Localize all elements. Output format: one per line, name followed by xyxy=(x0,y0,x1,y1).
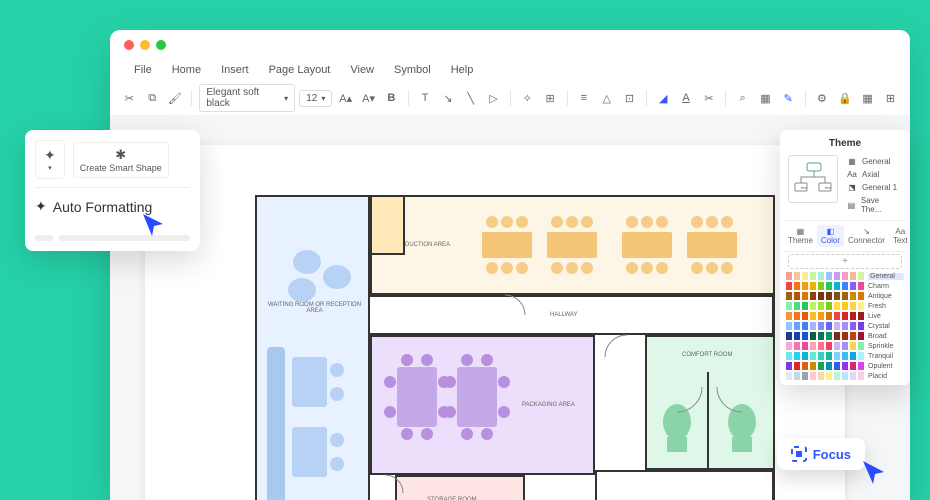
theme-item[interactable]: AaAxial xyxy=(842,168,902,181)
crop-icon[interactable]: ✂ xyxy=(699,88,718,108)
distribute-icon[interactable]: △ xyxy=(597,88,616,108)
theme-title: Theme xyxy=(784,134,906,153)
fill-icon[interactable]: ◢ xyxy=(654,88,673,108)
table-icon[interactable]: ▦ xyxy=(756,88,775,108)
palette-live[interactable]: Live xyxy=(784,311,906,321)
sparkle-icon: ✦ xyxy=(35,198,47,215)
theme-panel: Theme text text ▦GeneralAaAxial⬔General 1… xyxy=(780,130,910,385)
line-icon[interactable]: ╲ xyxy=(461,88,480,108)
focus-button[interactable]: Focus xyxy=(777,438,865,470)
group-icon[interactable]: ⊞ xyxy=(541,88,560,108)
sheet: PRODUCTION AREA WAITING ROOM OR RECEPTIO… xyxy=(145,145,845,500)
bold-icon[interactable]: B xyxy=(382,88,401,108)
theme-tab-connector[interactable]: ↘Connector xyxy=(844,225,889,247)
toolbar: ✂ ⧉ 🖌 Elegant soft black▾ 12▾ A▴ A▾ B T … xyxy=(110,80,910,117)
pointer-icon[interactable]: ▷ xyxy=(484,88,503,108)
decrease-font-icon[interactable]: A▾ xyxy=(359,88,378,108)
palette-broad[interactable]: Broad xyxy=(784,331,906,341)
theme-preview[interactable]: text text xyxy=(788,155,838,203)
menu-page-layout[interactable]: Page Layout xyxy=(259,60,341,80)
focus-icon xyxy=(791,446,807,462)
cut-icon[interactable]: ✂ xyxy=(120,88,139,108)
auto-format-popup: ✦▾ ✱Create Smart Shape ✦ Auto Formatting xyxy=(25,130,200,251)
palette-charm[interactable]: Charm xyxy=(784,281,906,291)
menu-insert[interactable]: Insert xyxy=(211,60,259,80)
copy-icon[interactable]: ⧉ xyxy=(143,88,162,108)
palette-antique[interactable]: Antique xyxy=(784,291,906,301)
palette-sprinkle[interactable]: Sprinkle xyxy=(784,341,906,351)
more-icon[interactable]: ⊞ xyxy=(881,88,900,108)
theme-item[interactable]: ⬔General 1 xyxy=(842,181,902,194)
palette-tranquil[interactable]: Tranquil xyxy=(784,351,906,361)
minimize-icon[interactable] xyxy=(140,40,150,50)
svg-text:text: text xyxy=(825,185,832,190)
grid-icon[interactable]: ▦ xyxy=(858,88,877,108)
auto-formatting-button[interactable]: ✦ Auto Formatting xyxy=(35,198,190,215)
svg-text:text: text xyxy=(801,185,808,190)
palette-placid[interactable]: Placid xyxy=(784,371,906,381)
maximize-icon[interactable] xyxy=(156,40,166,50)
traffic-lights xyxy=(110,30,910,60)
menu-symbol[interactable]: Symbol xyxy=(384,60,441,80)
palette-crystal[interactable]: Crystal xyxy=(784,321,906,331)
cursor-icon xyxy=(860,459,888,487)
menu-help[interactable]: Help xyxy=(441,60,484,80)
font-size-select[interactable]: 12▾ xyxy=(299,90,332,107)
add-palette-button[interactable]: + xyxy=(788,254,902,269)
size-icon[interactable]: ⊡ xyxy=(620,88,639,108)
text-icon[interactable]: T xyxy=(416,88,435,108)
floorplan: PRODUCTION AREA WAITING ROOM OR RECEPTIO… xyxy=(255,195,775,500)
menu-view[interactable]: View xyxy=(340,60,384,80)
theme-item[interactable]: ▦General xyxy=(842,155,902,168)
search-icon[interactable]: ⌕ xyxy=(733,88,752,108)
layers-icon[interactable]: ✧ xyxy=(518,88,537,108)
font-color-icon[interactable]: A xyxy=(677,88,696,108)
close-icon[interactable] xyxy=(124,40,134,50)
menu-home[interactable]: Home xyxy=(162,60,211,80)
theme-tabs: ▦Theme◧Color↘ConnectorAaText xyxy=(784,220,906,252)
menu-file[interactable]: File xyxy=(124,60,162,80)
settings-icon[interactable]: ⚙ xyxy=(813,88,832,108)
font-select[interactable]: Elegant soft black▾ xyxy=(199,84,295,112)
connector-icon[interactable]: ↘ xyxy=(439,88,458,108)
palette-opulent[interactable]: Opulent xyxy=(784,361,906,371)
pen-icon[interactable]: ✎ xyxy=(779,88,798,108)
palette-fresh[interactable]: Fresh xyxy=(784,301,906,311)
menubar: FileHomeInsertPage LayoutViewSymbolHelp xyxy=(110,60,910,80)
increase-font-icon[interactable]: A▴ xyxy=(336,88,355,108)
format-painter-icon[interactable]: 🖌 xyxy=(166,88,185,108)
theme-tab-theme[interactable]: ▦Theme xyxy=(784,225,817,247)
align-icon[interactable]: ≡ xyxy=(574,88,593,108)
create-smart-shape-button[interactable]: ✱Create Smart Shape xyxy=(73,142,169,178)
theme-item[interactable]: ▤Save The... xyxy=(842,194,902,216)
magic-icon[interactable]: ✦▾ xyxy=(35,140,65,179)
theme-tab-text[interactable]: AaText xyxy=(889,225,912,247)
palette-general[interactable]: General xyxy=(784,271,906,281)
lock-icon[interactable]: 🔒 xyxy=(835,88,854,108)
cursor-icon xyxy=(140,212,166,238)
theme-tab-color[interactable]: ◧Color xyxy=(817,225,844,247)
